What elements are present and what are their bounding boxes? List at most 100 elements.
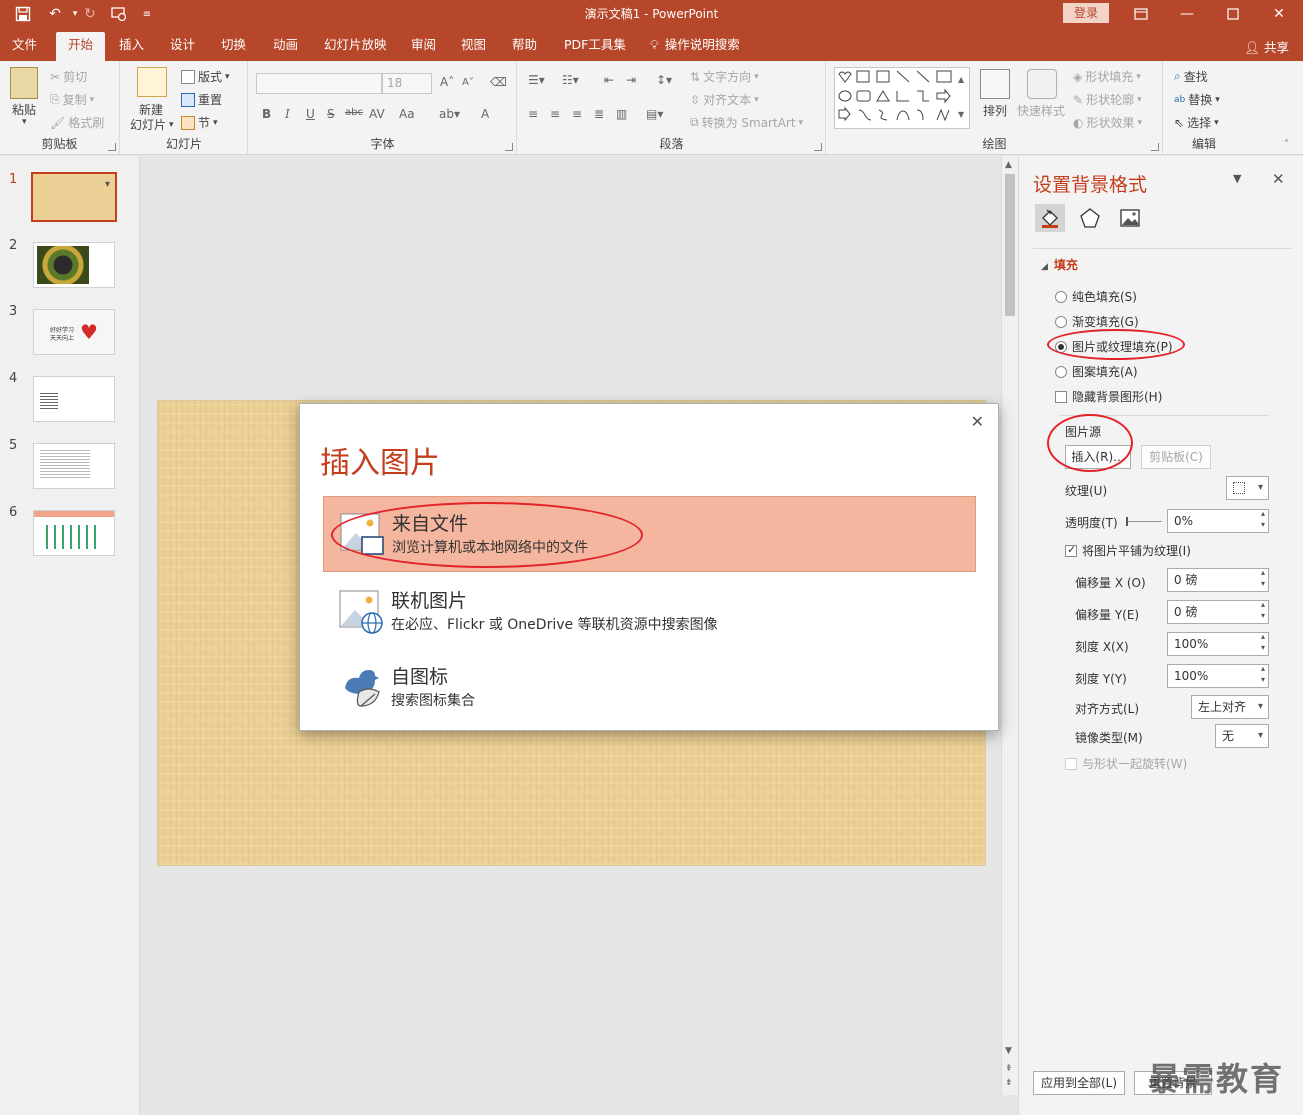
align-right-icon[interactable]: ≡ [572, 107, 582, 121]
from-file-option[interactable]: 来自文件 浏览计算机或本地网络中的文件 [323, 496, 976, 572]
transparency-slider[interactable] [1126, 517, 1162, 526]
shapes-more-icon[interactable]: ▼ [958, 110, 964, 119]
shape-effects-button[interactable]: ◐ 形状效果 ▾ [1073, 114, 1142, 131]
new-slide-button-line2[interactable]: 幻灯片 ▾ [130, 116, 174, 133]
align-left-icon[interactable]: ≡ [528, 107, 538, 121]
highlight-icon[interactable]: ab︎▾ [439, 107, 460, 121]
format-painter-button[interactable]: 🖌︎ 格式刷 [50, 114, 104, 131]
italic-button[interactable]: I [285, 107, 290, 121]
online-pictures-option[interactable]: 联机图片 在必应、Flickr 或 OneDrive 等联机资源中搜索图像 [323, 574, 976, 650]
alignment-dropdown[interactable]: 左上对齐 [1191, 695, 1269, 719]
slide-thumbnail-5[interactable] [33, 443, 115, 489]
pane-close-icon[interactable]: ✕ [1272, 170, 1285, 188]
drawing-launcher-icon[interactable] [1151, 143, 1159, 151]
shape-outline-button[interactable]: ✎ 形状轮廓 ▾ [1073, 91, 1142, 108]
arrange-button[interactable]: 排列 [983, 102, 1007, 119]
paragraph-launcher-icon[interactable] [814, 143, 822, 151]
transparency-input[interactable]: 0% [1167, 508, 1269, 533]
fill-tab-icon[interactable] [1035, 204, 1065, 232]
increase-indent-icon[interactable]: ⇥ [626, 73, 636, 87]
tab-animations[interactable]: 动画 [261, 32, 310, 61]
columns-icon[interactable]: ▤▾ [646, 107, 663, 121]
section-button[interactable]: 节 ▾ [181, 114, 218, 131]
font-size-combo[interactable]: 18 [382, 73, 432, 94]
strikethrough-button[interactable]: abc [345, 107, 363, 118]
share-button[interactable]: 👤︎ 共享 [1244, 37, 1289, 56]
pane-options-icon[interactable]: ▼ [1233, 172, 1241, 185]
numbering-icon[interactable]: ☷▾ [562, 73, 579, 87]
pattern-fill-radio[interactable]: 图案填充(A) [1055, 363, 1138, 380]
minimize-icon[interactable]: — [1164, 2, 1210, 26]
close-icon[interactable]: ✕ [1256, 2, 1302, 26]
paste-dropdown-icon[interactable]: ▾ [22, 117, 27, 127]
scroll-up-icon[interactable]: ▲ [1005, 160, 1012, 170]
slide-thumbnail-2[interactable] [33, 242, 115, 288]
char-spacing-button[interactable]: AV [369, 107, 385, 121]
bullets-icon[interactable]: ☰▾ [528, 73, 545, 87]
insert-picture-button[interactable]: 插入(R)... [1065, 445, 1131, 469]
font-launcher-icon[interactable] [505, 143, 513, 151]
prev-slide-icon[interactable]: ⇞ [1005, 1064, 1013, 1074]
arrange-icon[interactable] [980, 69, 1010, 99]
solid-fill-radio[interactable]: 纯色填充(S) [1055, 288, 1137, 305]
apply-to-all-button[interactable]: 应用到全部(L) [1033, 1071, 1125, 1095]
replace-button[interactable]: ab 替换 ▾ [1174, 91, 1220, 108]
smartart-button[interactable]: ⧉ 转换为 SmartArt ▾ [690, 114, 803, 131]
hide-background-checkbox[interactable]: 隐藏背景图形(H) [1055, 388, 1162, 405]
offset-x-input[interactable]: 0 磅 [1167, 567, 1269, 592]
quick-styles-button[interactable]: 快速样式 [1017, 102, 1065, 119]
slider-thumb[interactable] [1126, 517, 1128, 526]
tile-texture-checkbox[interactable]: 将图片平铺为纹理(I) [1065, 542, 1191, 559]
next-slide-icon[interactable]: ⇟ [1005, 1078, 1013, 1088]
picture-tab-icon[interactable] [1115, 204, 1145, 232]
clipboard-launcher-icon[interactable] [108, 143, 116, 151]
increase-font-icon[interactable]: A˄ [440, 75, 454, 89]
decrease-font-icon[interactable]: A˅ [462, 77, 474, 88]
rotate-with-shape-checkbox[interactable]: 与形状一起旋转(W) [1065, 755, 1187, 772]
clipboard-button[interactable]: 剪贴板(C) [1141, 445, 1211, 469]
paste-button[interactable]: 粘贴 [12, 101, 36, 118]
scrollbar-thumb[interactable] [1005, 174, 1015, 316]
decrease-indent-icon[interactable]: ⇤ [604, 73, 614, 87]
select-button[interactable]: ⇖ 选择 ▾ [1174, 114, 1219, 131]
new-slide-icon[interactable] [137, 67, 167, 97]
tab-slideshow[interactable]: 幻灯片放映 [312, 32, 399, 61]
ribbon-display-options-icon[interactable] [1118, 2, 1164, 26]
tell-me-search[interactable]: 💡︎ 操作说明搜索 [646, 32, 752, 61]
tab-transitions[interactable]: 切换 [209, 32, 258, 61]
slide-thumbnail-6[interactable] [33, 510, 115, 556]
dialog-close-icon[interactable]: ✕ [971, 412, 984, 431]
line-spacing-icon[interactable]: ↕▾ [656, 73, 672, 87]
paste-icon[interactable] [10, 67, 38, 99]
quick-styles-icon[interactable] [1027, 69, 1057, 99]
distribute-icon[interactable]: ▥ [616, 107, 627, 121]
change-case-button[interactable]: Aa [399, 107, 415, 121]
tab-design[interactable]: 设计 [158, 32, 207, 61]
layout-button[interactable]: 版式 ▾ [181, 68, 230, 85]
align-text-button[interactable]: ⇳ 对齐文本 ▾ [690, 91, 759, 108]
reset-button[interactable]: 重置 [181, 91, 222, 108]
vertical-scrollbar[interactable]: ▲ ▼ ⇞ ⇟ [1001, 156, 1018, 1095]
bold-button[interactable]: B [262, 107, 271, 121]
picture-texture-fill-radio[interactable]: 图片或纹理填充(P) [1055, 338, 1173, 355]
slide-thumbnail-1[interactable] [31, 172, 117, 222]
align-center-icon[interactable]: ≡ [550, 107, 560, 121]
copy-button[interactable]: ⎘ 复制 ▾ [50, 91, 94, 108]
shadow-button[interactable]: S [327, 107, 335, 121]
login-button[interactable]: 登录 [1063, 3, 1109, 23]
from-icons-option[interactable]: 自图标 搜索图标集合 [323, 650, 976, 726]
tab-help[interactable]: 帮助 [500, 32, 549, 61]
maximize-icon[interactable] [1210, 2, 1256, 26]
tab-insert[interactable]: 插入 [107, 32, 156, 61]
slide-thumbnail-4[interactable] [33, 376, 115, 422]
tab-view[interactable]: 视图 [449, 32, 498, 61]
collapse-ribbon-icon[interactable]: ˄ [1284, 139, 1289, 150]
font-color-button[interactable]: A [481, 107, 489, 121]
find-button[interactable]: ⌕ 查找 [1174, 68, 1208, 85]
slide-thumbnail-3[interactable]: 好好学习 天天向上 ♥ [33, 309, 115, 355]
shape-fill-button[interactable]: ◈ 形状填充 ▾ [1073, 68, 1141, 85]
scale-y-input[interactable]: 100% [1167, 663, 1269, 688]
scroll-down-icon[interactable]: ▼ [1005, 1046, 1012, 1056]
font-name-combo[interactable] [256, 73, 382, 94]
underline-button[interactable]: U [306, 107, 315, 121]
